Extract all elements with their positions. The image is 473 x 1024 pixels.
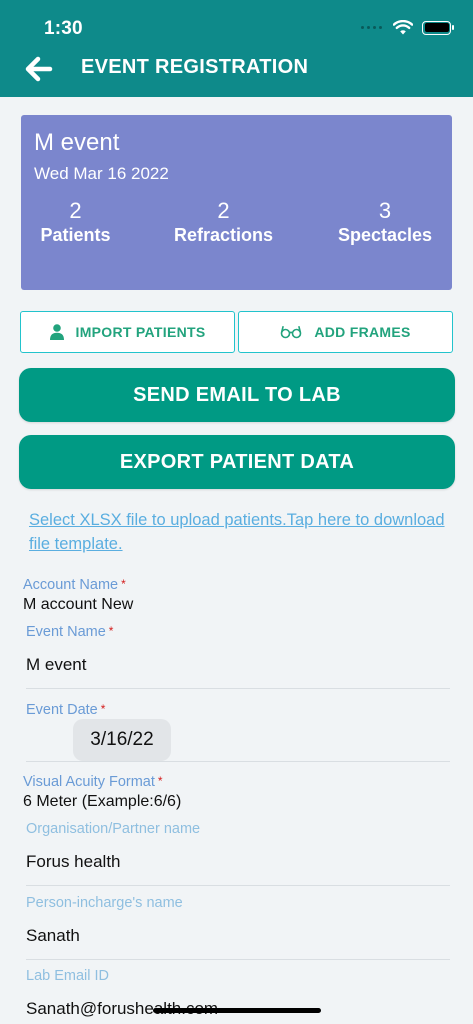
import-patients-button[interactable]: IMPORT PATIENTS <box>20 311 235 353</box>
organisation-label: Organisation/Partner name <box>26 821 201 837</box>
divider <box>26 761 450 762</box>
stat-value: 2 <box>69 198 82 223</box>
upload-template-link[interactable]: Select XLSX file to upload patients.Tap … <box>29 508 449 556</box>
visual-acuity-label-text: Visual Acuity Format <box>23 774 155 790</box>
divider <box>26 885 450 886</box>
send-email-to-lab-button[interactable]: SEND EMAIL TO LAB <box>19 368 455 422</box>
status-icons <box>361 20 454 35</box>
stat-value: 3 <box>378 198 392 223</box>
cellular-signal-icon <box>361 26 382 29</box>
event-name-input[interactable] <box>26 650 450 680</box>
event-date-label-text: Event Date <box>26 702 98 718</box>
status-time: 1:30 <box>44 18 83 39</box>
visual-acuity-format-label: Visual Acuity Format * <box>23 774 163 790</box>
event-summary-card: M event Wed Mar 16 2022 2 Patients 2 Ref… <box>21 115 452 290</box>
glasses-icon <box>281 326 302 339</box>
event-name: M event <box>34 129 120 156</box>
account-name-label-text: Account Name <box>23 577 119 593</box>
divider <box>26 959 450 960</box>
divider <box>26 688 450 689</box>
back-button[interactable] <box>22 52 56 86</box>
visual-acuity-format-value[interactable]: 6 Meter (Example:6/6) <box>23 793 181 811</box>
event-date-label: Event Date * <box>26 702 105 718</box>
stat-label: Refractions <box>173 225 274 245</box>
required-mark: * <box>157 774 163 788</box>
page-title: EVENT REGISTRATION <box>81 56 309 78</box>
event-date-picker[interactable]: 3/16/22 <box>73 719 171 761</box>
person-incharge-input[interactable] <box>26 921 450 951</box>
app-header: 1:30 EVENT REGISTRATION <box>0 0 473 97</box>
required-mark: * <box>100 702 106 716</box>
event-date: Wed Mar 16 2022 <box>34 164 169 183</box>
account-name-label: Account Name * <box>23 577 126 593</box>
stat-spectacles: 3 Spectacles <box>329 198 441 246</box>
stat-refractions: 2 Refractions <box>164 198 283 246</box>
add-frames-label: ADD FRAMES <box>314 324 411 340</box>
home-indicator <box>153 1008 321 1013</box>
stat-label: Spectacles <box>337 225 433 245</box>
import-patients-label: IMPORT PATIENTS <box>75 324 206 340</box>
add-frames-button[interactable]: ADD FRAMES <box>238 311 453 353</box>
stat-label: Patients <box>40 225 111 245</box>
user-icon <box>49 324 64 340</box>
required-mark: * <box>108 624 114 638</box>
arrow-left-icon <box>25 56 53 82</box>
person-incharge-label: Person-incharge's name <box>26 895 183 911</box>
organisation-input[interactable] <box>26 847 450 877</box>
required-mark: * <box>121 577 126 591</box>
stat-patients: 2 Patients <box>33 198 118 246</box>
export-patient-data-button[interactable]: EXPORT PATIENT DATA <box>19 435 455 489</box>
account-name-value[interactable]: M account New <box>23 596 133 614</box>
stat-value: 2 <box>217 198 230 223</box>
wifi-icon <box>393 20 413 35</box>
lab-email-label: Lab Email ID <box>26 968 110 984</box>
event-name-label-text: Event Name <box>26 624 106 640</box>
event-name-label: Event Name * <box>26 624 113 640</box>
battery-icon <box>422 20 454 35</box>
